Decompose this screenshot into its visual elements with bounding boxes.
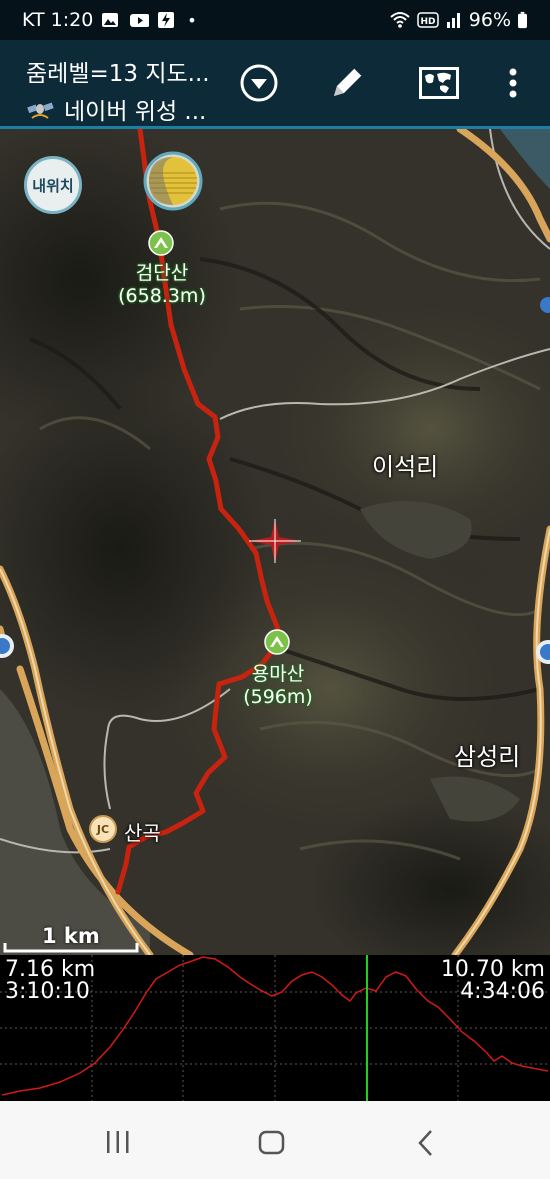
left-time: 3:10:10 [5,979,90,1004]
status-bar: KT 1:20 • HD 96% [0,0,550,40]
compass-icon[interactable] [143,151,203,211]
peak-label-yongmasan: 용마산 (596m) [228,663,328,709]
my-location-button[interactable]: 내위치 [24,156,82,214]
place-label: 삼성리 [454,743,521,771]
peak-marker-icon[interactable] [264,629,290,655]
peak-name: 검단산 [135,262,189,284]
recent-apps-icon[interactable] [104,1129,132,1155]
peak-label-geomdansan: 검단산 (658.3m) [112,262,212,308]
place-label: 이석리 [372,453,439,481]
junction-name: 산곡 [124,821,161,845]
peak-name: 용마산 [251,663,305,685]
right-time: 4:34:06 [460,979,545,1004]
flash-icon [158,12,175,28]
header-title: 줌레벨=13 지도... [26,61,210,87]
elevation-profile[interactable]: 7.16 km 3:10:10 10.70 km 4:34:06 [0,955,550,1101]
junction-badge: JC [89,815,117,843]
carrier-time: KT 1:20 [22,9,94,31]
youtube-icon [130,14,150,27]
peak-elevation: (658.3m) [118,285,206,307]
satellite-icon [27,102,54,119]
app-header: 줌레벨=13 지도... 네이버 위성 ... [0,40,550,129]
battery-icon [518,11,527,29]
more-vert-icon[interactable] [490,60,536,106]
system-nav-bar [0,1101,550,1179]
peak-marker-icon[interactable] [148,230,174,256]
home-icon[interactable] [257,1129,287,1157]
gallery-icon [102,13,119,27]
header-subtitle: 네이버 위성 ... [26,92,206,126]
battery-level: 96% [468,9,511,31]
hd-icon: HD [417,12,439,28]
signal-icon [446,13,460,28]
notification-dot: • [187,10,197,30]
dropdown-icon[interactable] [236,60,282,106]
map-layer-icon[interactable] [416,60,462,106]
back-icon[interactable] [414,1129,438,1157]
svg-text:HD: HD [420,17,435,27]
map-source-label: 네이버 위성 ... [64,99,207,125]
scale-label: 1 km [42,924,100,948]
satellite-map[interactable]: 내위치 검단산 (658.3m) 용마산 (596m) 이석리 삼성리 JC 산… [0,129,550,955]
pencil-icon[interactable] [324,60,370,106]
peak-elevation: (596m) [243,686,313,708]
map-background [0,129,550,955]
wifi-icon [390,12,410,28]
